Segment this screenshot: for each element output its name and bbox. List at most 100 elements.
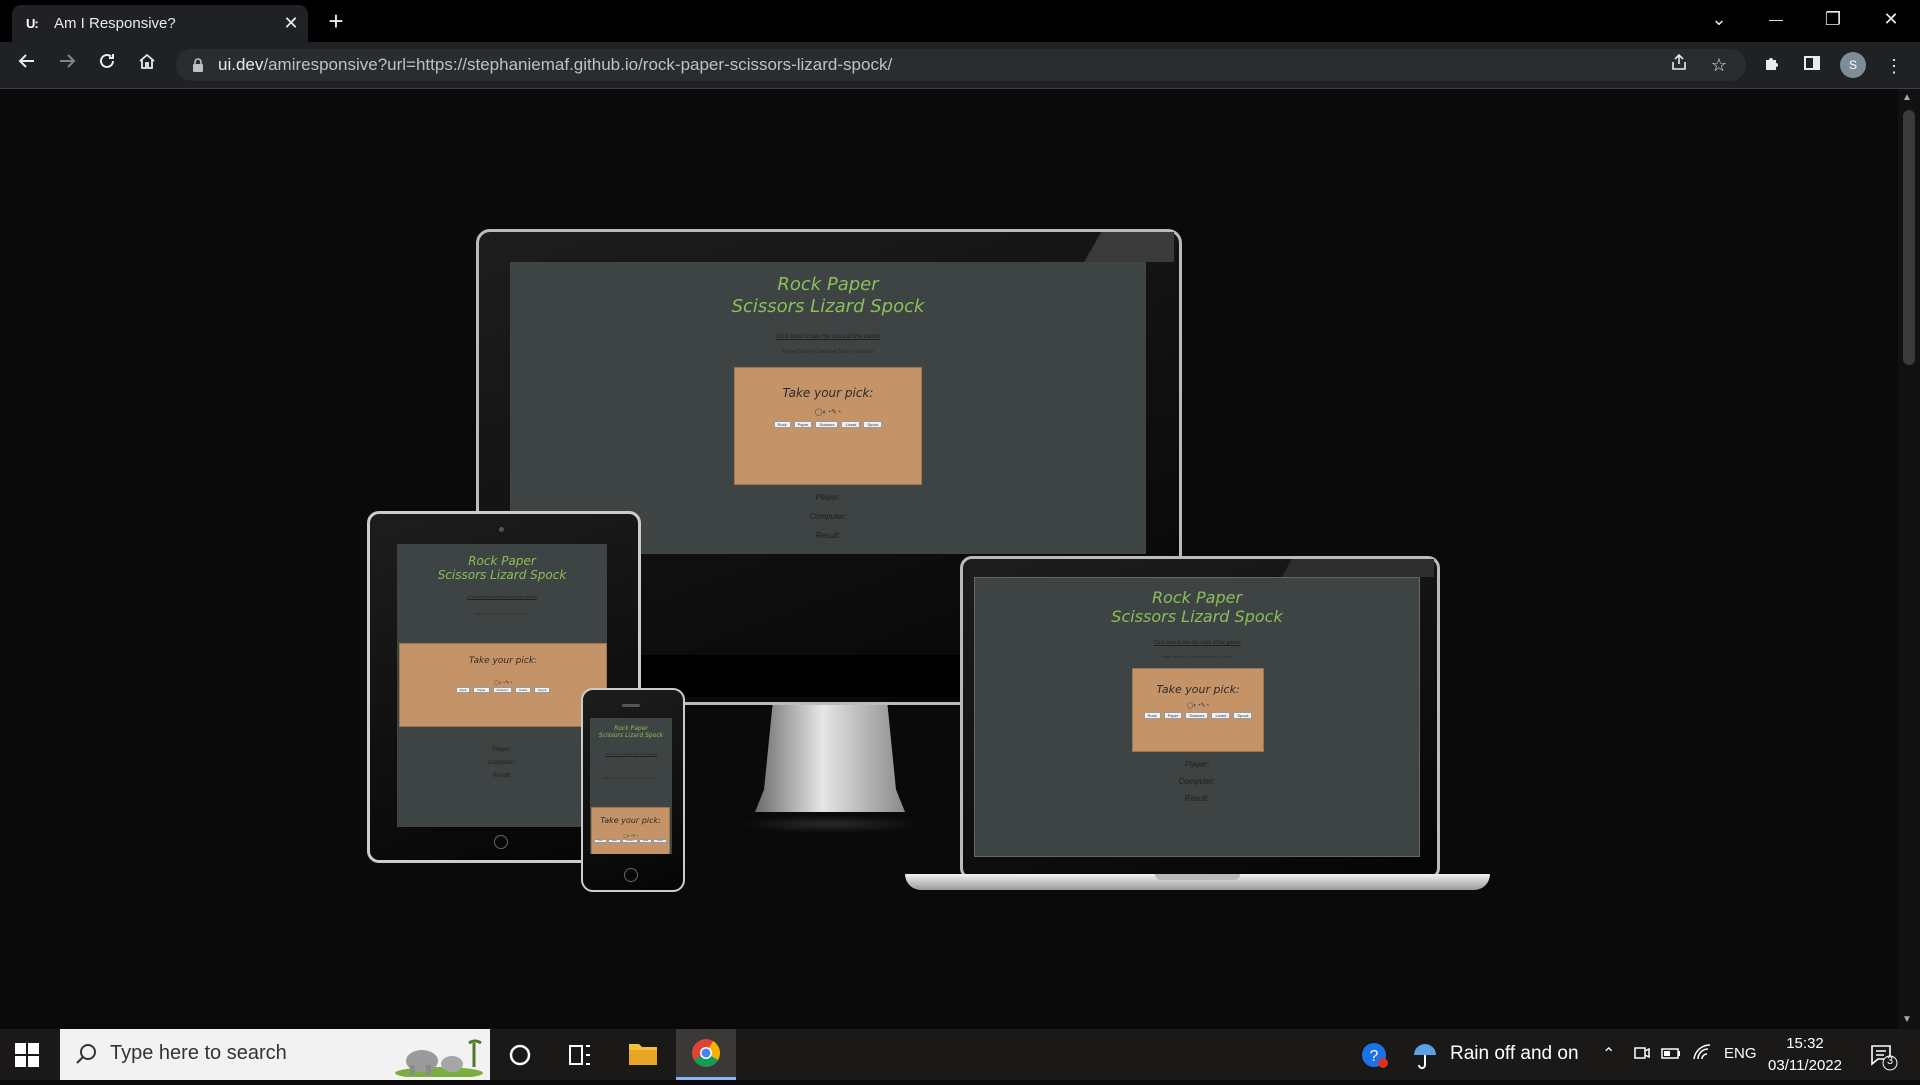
- battery-icon[interactable]: [1660, 1043, 1682, 1068]
- tablet-title-line1: Rock Paper: [468, 554, 536, 568]
- spock-button[interactable]: Spock: [534, 687, 551, 693]
- language-indicator[interactable]: ENG: [1724, 1045, 1757, 1062]
- favicon-icon: U:: [26, 16, 39, 31]
- laptop-screen: Rock Paper Scissors Lizard Spock Click h…: [974, 577, 1420, 857]
- spock-button[interactable]: Spock: [1233, 712, 1253, 719]
- lizard-button[interactable]: Lizard: [638, 839, 653, 843]
- new-tab-button[interactable]: +: [322, 8, 350, 36]
- cortana-icon[interactable]: [490, 1029, 550, 1080]
- monitor-title-line1: Rock Paper: [777, 274, 879, 295]
- paper-button[interactable]: Paper: [473, 687, 490, 693]
- phone-home-button[interactable]: [624, 868, 638, 882]
- url-host: ui.dev: [218, 55, 264, 74]
- laptop-title-line2: Scissors Lizard Spock: [1111, 607, 1283, 627]
- search-icon: [76, 1044, 96, 1064]
- back-button[interactable]: [12, 50, 42, 80]
- tablet-score: Player Score | Computer Score | Draws 0: [474, 612, 530, 616]
- lizard-button[interactable]: Lizard: [514, 687, 532, 693]
- help-icon[interactable]: ?: [1360, 1041, 1390, 1071]
- laptop-rules-link[interactable]: Click here to see the rules of the game!: [975, 640, 1419, 646]
- restore-button[interactable]: ❐: [1808, 4, 1858, 34]
- scissors-button[interactable]: Scissors: [1185, 712, 1209, 719]
- windows-taskbar: Type here to search ? Rain off and on ⌃: [0, 1029, 1920, 1080]
- notification-count: 3: [1886, 1055, 1894, 1067]
- url-text[interactable]: ui.dev/amiresponsive?url=https://stephan…: [218, 55, 892, 75]
- tab-title: Am I Responsive?: [54, 15, 176, 32]
- monitor-choice-buttons: Rock Paper Scissors Lizard Spock: [735, 421, 921, 428]
- paper-button[interactable]: Paper: [1163, 712, 1183, 719]
- clock-time[interactable]: 15:32: [1760, 1035, 1850, 1052]
- taskbar-search-box[interactable]: Type here to search: [60, 1029, 490, 1080]
- weather-rain-icon[interactable]: [1410, 1041, 1440, 1071]
- monitor-rules-link[interactable]: Click here to see the rules of the game!: [510, 334, 1146, 340]
- tablet-home-button[interactable]: [494, 835, 508, 849]
- tablet-rules-link[interactable]: Click here to see the rules of the game!: [397, 594, 607, 599]
- phone-rules-link[interactable]: Click here to see the rules of the game!: [594, 752, 668, 756]
- weather-text[interactable]: Rain off and on: [1450, 1043, 1579, 1065]
- monitor-title-line2: Scissors Lizard Spock: [731, 295, 925, 317]
- phone-title-line1: Rock Paper: [614, 725, 648, 732]
- task-view-icon[interactable]: [550, 1029, 610, 1080]
- wifi-icon[interactable]: [1692, 1043, 1712, 1068]
- laptop-player-label: Player:: [1184, 760, 1210, 769]
- elephant-illustration-icon: [395, 1039, 483, 1077]
- scissors-button[interactable]: Scissors: [622, 839, 638, 843]
- scissors-button[interactable]: Scissors: [492, 687, 512, 693]
- monitor-score: Player Score | Computer Score | Draws 0: [782, 349, 874, 355]
- reload-button[interactable]: [92, 50, 122, 80]
- home-button[interactable]: [132, 50, 162, 80]
- spock-button[interactable]: Spock: [653, 839, 667, 843]
- windows-start-icon[interactable]: [14, 1042, 40, 1068]
- scroll-down-arrow-icon[interactable]: ▼: [1902, 1014, 1912, 1025]
- spock-button[interactable]: Spock: [863, 421, 883, 428]
- scroll-up-arrow-icon[interactable]: ▲: [1902, 92, 1912, 103]
- paper-button[interactable]: Paper: [793, 421, 813, 428]
- clock-date[interactable]: 03/11/2022: [1760, 1057, 1850, 1074]
- extensions-puzzle-icon[interactable]: [1758, 52, 1786, 80]
- notification-center-icon[interactable]: 3: [1868, 1041, 1898, 1071]
- tab-search-button[interactable]: ⌄: [1694, 4, 1744, 34]
- monitor-site-title: Rock Paper Scissors Lizard Spock: [510, 274, 1146, 317]
- forward-button[interactable]: [52, 50, 82, 80]
- rock-button[interactable]: Rock: [455, 687, 471, 693]
- forward-arrow-icon: [60, 54, 76, 68]
- share-icon[interactable]: [1666, 53, 1692, 77]
- monitor-stand: [755, 700, 905, 812]
- lizard-button[interactable]: Lizard: [841, 421, 861, 428]
- file-explorer-icon[interactable]: [613, 1029, 673, 1080]
- monitor-pick-box: Take your pick: ◯◐◔✎◔ Rock Paper Scissor…: [734, 367, 922, 485]
- lizard-button[interactable]: Lizard: [1211, 712, 1231, 719]
- rock-button[interactable]: Rock: [773, 421, 791, 428]
- address-bar[interactable]: ui.dev/amiresponsive?url=https://stephan…: [176, 49, 1746, 81]
- window-close-button[interactable]: ✕: [1866, 4, 1916, 34]
- laptop-pick-title: Take your pick:: [1156, 683, 1240, 696]
- laptop-choice-icons: ◯◐◔✎◔: [1186, 703, 1210, 709]
- tablet-camera-icon: [499, 527, 504, 532]
- home-icon: [139, 53, 155, 69]
- show-hidden-icons-icon[interactable]: ⌃: [1602, 1044, 1615, 1064]
- tab-close-icon[interactable]: ✕: [280, 12, 302, 34]
- laptop-notch: [1155, 874, 1240, 880]
- rock-button[interactable]: Rock: [594, 839, 607, 843]
- monitor-glare: [1040, 232, 1174, 262]
- meet-now-icon[interactable]: [1632, 1043, 1652, 1068]
- laptop-pick-box: Take your pick: ◯◐◔✎◔ Rock Paper Scissor…: [1132, 668, 1264, 752]
- lock-icon[interactable]: [190, 57, 206, 73]
- side-panel-icon[interactable]: [1798, 52, 1826, 80]
- scissors-button[interactable]: Scissors: [815, 421, 839, 428]
- paper-button[interactable]: Paper: [607, 839, 622, 843]
- chrome-menu-icon[interactable]: ⋮: [1880, 52, 1908, 80]
- tablet-pick-title: Take your pick:: [468, 656, 538, 666]
- svg-text:?: ?: [1370, 1048, 1379, 1065]
- phone-choice-buttons: Rock Paper Scissors Lizard Spock: [592, 839, 669, 843]
- tablet-title-line2: Scissors Lizard Spock: [437, 568, 567, 583]
- browser-tab[interactable]: U: Am I Responsive? ✕: [12, 5, 308, 42]
- tablet-choice-buttons: Rock Paper Scissors Lizard Spock: [400, 687, 606, 693]
- rock-button[interactable]: Rock: [1143, 712, 1161, 719]
- chrome-taskbar-icon[interactable]: [676, 1029, 736, 1080]
- profile-avatar[interactable]: S: [1840, 52, 1866, 78]
- bookmark-star-icon[interactable]: ☆: [1706, 53, 1732, 77]
- minimize-button[interactable]: —: [1751, 4, 1801, 34]
- tab-strip: U: Am I Responsive? ✕ + ⌄ — ❐ ✕: [0, 0, 1920, 42]
- scrollbar-thumb[interactable]: [1903, 110, 1915, 365]
